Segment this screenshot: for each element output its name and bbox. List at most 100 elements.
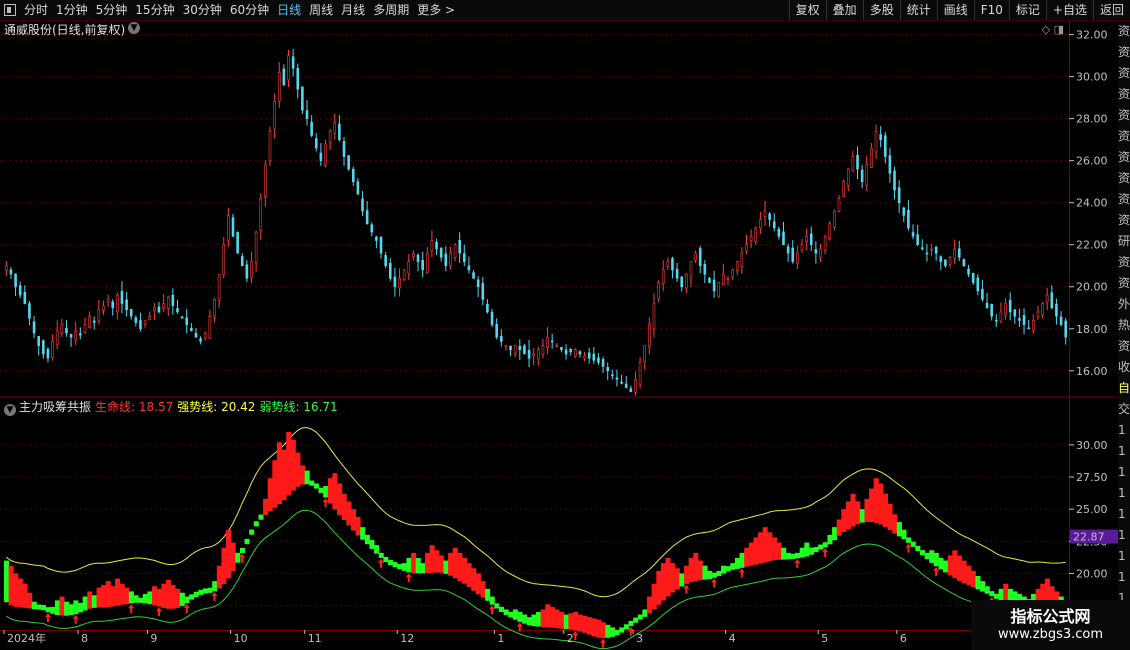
indicator-bar bbox=[540, 609, 546, 628]
side-strip-char: 1 bbox=[1118, 423, 1126, 437]
buy-arrow-icon bbox=[322, 498, 329, 508]
candle-body bbox=[1027, 327, 1030, 330]
indicator-bar bbox=[41, 605, 47, 611]
candle-body bbox=[60, 324, 64, 334]
candle-body bbox=[523, 345, 526, 355]
candle-body bbox=[1055, 303, 1058, 317]
indicator-bar bbox=[443, 560, 449, 574]
candle-body bbox=[555, 345, 559, 347]
indicator-bar bbox=[105, 581, 111, 608]
indicator-bar bbox=[693, 552, 699, 581]
candle-body bbox=[37, 336, 40, 346]
side-strip-char: 1 bbox=[1118, 486, 1126, 500]
indicator-bar bbox=[383, 556, 389, 563]
candle-body bbox=[791, 247, 795, 262]
indicator-bar bbox=[461, 558, 468, 584]
indicator-bar bbox=[716, 570, 722, 576]
indicator-bar bbox=[138, 597, 144, 603]
candle-body bbox=[69, 334, 73, 338]
candle-body bbox=[495, 324, 498, 338]
candle-body bbox=[171, 294, 175, 306]
indicator-bar bbox=[415, 558, 421, 574]
candle-body bbox=[92, 320, 96, 323]
candle-body bbox=[740, 252, 744, 267]
candle-body bbox=[689, 261, 693, 278]
date-label: 1 bbox=[497, 632, 504, 645]
chevron-down-icon[interactable]: ▼ bbox=[4, 404, 16, 416]
candle-body bbox=[287, 55, 290, 81]
candle-body bbox=[412, 252, 415, 257]
candle-body bbox=[504, 345, 508, 347]
candle-body bbox=[32, 321, 36, 334]
indicator-bar bbox=[212, 581, 218, 592]
candle-body bbox=[777, 228, 781, 237]
indicator-bar bbox=[230, 542, 236, 572]
candle-body bbox=[416, 254, 420, 262]
candle-body bbox=[97, 309, 101, 322]
indicator-bar bbox=[304, 470, 310, 485]
candle-body bbox=[227, 215, 230, 241]
indicator-bar bbox=[466, 563, 472, 587]
watermark-title: 指标公式网 bbox=[1010, 607, 1091, 626]
indicator-bar bbox=[64, 601, 70, 616]
candle-body bbox=[9, 269, 13, 275]
indicator-bar bbox=[406, 558, 412, 573]
candle-body bbox=[365, 210, 369, 225]
candle-body bbox=[481, 283, 485, 300]
candle-body bbox=[1045, 294, 1049, 303]
candle-body bbox=[305, 110, 309, 119]
indicator-bar bbox=[323, 486, 329, 498]
candle-body bbox=[768, 213, 771, 220]
indicator-bar bbox=[397, 564, 403, 570]
candle-body bbox=[657, 282, 660, 300]
candle-body bbox=[384, 255, 387, 267]
indicator-bar bbox=[216, 565, 222, 589]
indicator-bar bbox=[503, 609, 509, 616]
indicator-bar bbox=[952, 550, 958, 579]
candle-body bbox=[116, 294, 119, 312]
indicator-bar bbox=[179, 592, 185, 606]
indicator-bar bbox=[785, 552, 791, 560]
indicator-name: 主力吸筹共振 bbox=[19, 400, 92, 414]
candle-body bbox=[999, 311, 1003, 322]
indicator-bar bbox=[563, 614, 569, 630]
strong-line-value: 强势线: 20.42 bbox=[177, 400, 256, 414]
indicator-bar bbox=[128, 591, 134, 604]
candle-body bbox=[106, 299, 110, 303]
indicator-bar bbox=[512, 609, 518, 620]
indicator-bar bbox=[263, 498, 269, 515]
candle-body bbox=[439, 247, 443, 258]
side-strip-char: 1 bbox=[1118, 570, 1126, 584]
candle-body bbox=[338, 123, 341, 140]
indicator-bar bbox=[392, 562, 398, 568]
candle-body bbox=[153, 307, 156, 312]
candle-body bbox=[944, 259, 947, 267]
indicator-bar bbox=[355, 516, 361, 536]
price-tick-label: 26.00 bbox=[1076, 155, 1108, 168]
candle-body bbox=[388, 262, 392, 279]
indicator-bar bbox=[448, 552, 454, 576]
candle-body bbox=[120, 291, 124, 304]
indicator-tick-label: 30.00 bbox=[1076, 439, 1108, 452]
indicator-bar bbox=[878, 483, 884, 525]
candle-body bbox=[398, 278, 401, 289]
side-strip-char: 热 bbox=[1118, 318, 1130, 332]
indicator-bar bbox=[457, 552, 463, 581]
side-strip-char: 资 bbox=[1118, 87, 1130, 101]
candle-body bbox=[134, 317, 138, 323]
buy-arrow-icon bbox=[72, 614, 79, 624]
candle-body bbox=[486, 303, 489, 313]
candle-body bbox=[541, 345, 545, 355]
indicator-bar bbox=[711, 572, 717, 578]
indicator-bar bbox=[591, 618, 597, 637]
indicator-bar bbox=[498, 606, 505, 612]
candle-body bbox=[467, 265, 471, 271]
indicator-bar bbox=[808, 547, 814, 555]
candle-body bbox=[703, 264, 707, 275]
buy-arrow-icon bbox=[378, 558, 385, 568]
indicator-bar bbox=[115, 578, 121, 606]
candle-body bbox=[962, 259, 966, 267]
indicator-bar bbox=[13, 573, 19, 607]
indicator-bar bbox=[545, 604, 551, 628]
indicator-bar bbox=[582, 615, 588, 633]
